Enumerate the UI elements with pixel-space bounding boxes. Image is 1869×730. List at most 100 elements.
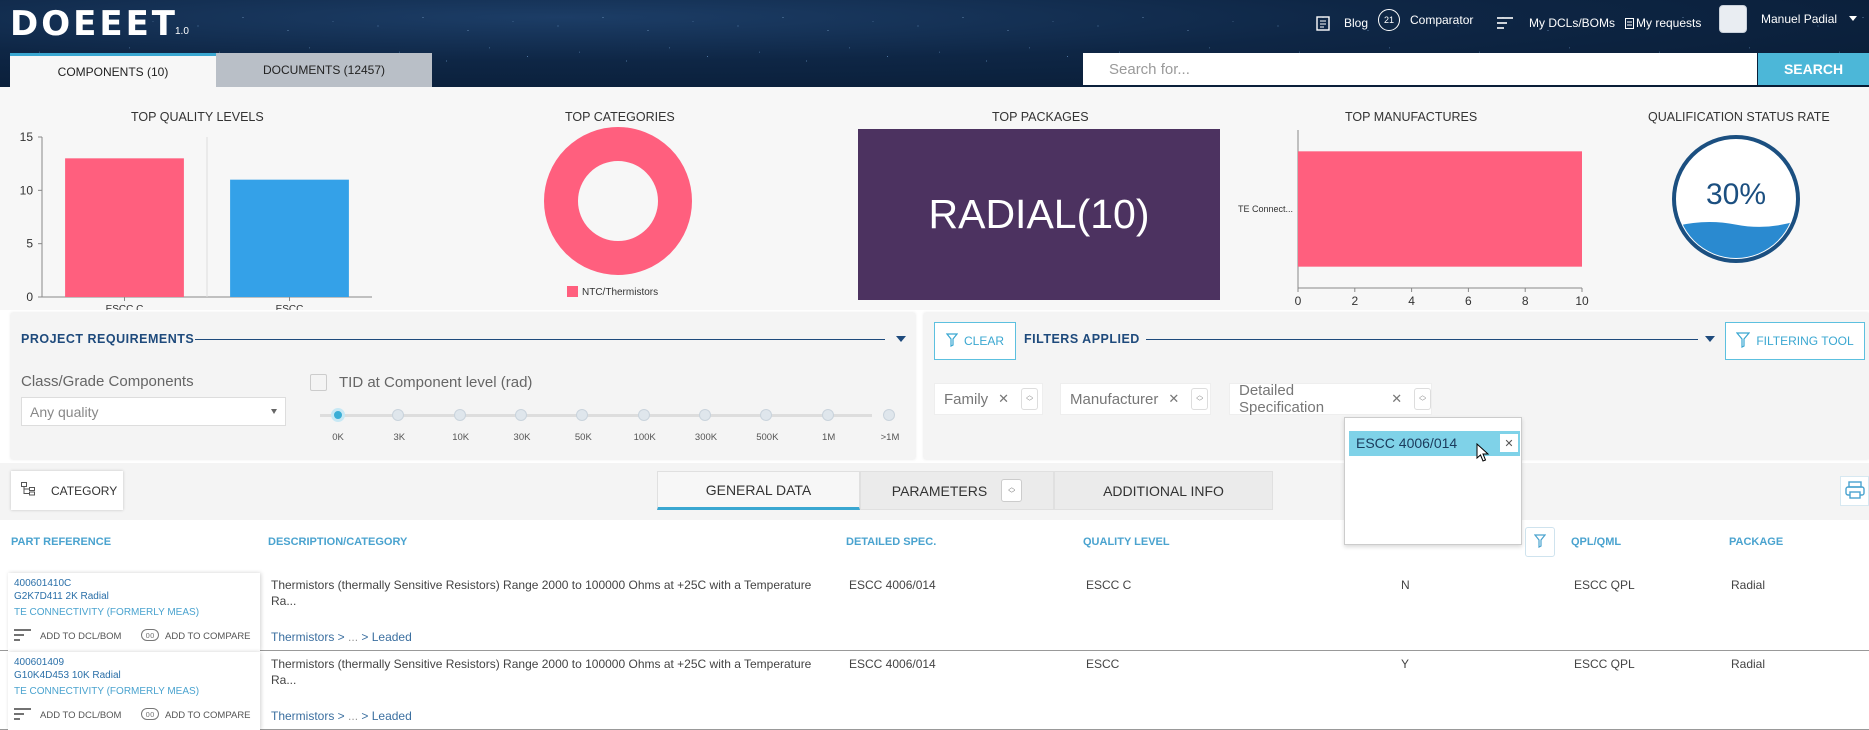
- tab-documents[interactable]: DOCUMENTS (12457): [216, 53, 432, 87]
- compare-icon: 00: [141, 629, 159, 644]
- class-grade-select[interactable]: Any quality: [21, 397, 286, 426]
- col-package[interactable]: PACKAGE: [1729, 536, 1783, 548]
- add-compare-label: ADD TO COMPARE: [165, 710, 251, 721]
- tab-general-data[interactable]: GENERAL DATA: [657, 471, 860, 510]
- col-part-reference[interactable]: PART REFERENCE: [11, 536, 111, 548]
- clear-label: CLEAR: [963, 334, 1004, 348]
- part-reference-link[interactable]: 400601409: [14, 657, 64, 668]
- tid-checkbox[interactable]: [310, 374, 327, 391]
- breadcrumb-ellipsis[interactable]: ...: [348, 630, 358, 644]
- qualification-rate-value: 30%: [1705, 178, 1767, 211]
- sort-toggle-icon[interactable]: ︿ ﹀: [1021, 388, 1039, 410]
- close-icon[interactable]: ✕: [1168, 391, 1179, 407]
- app-logo[interactable]: DOEEET: [10, 4, 178, 44]
- part-reference-link[interactable]: 400601410C: [14, 578, 71, 589]
- col-quality-level[interactable]: QUALITY LEVEL: [1083, 536, 1170, 548]
- part-model[interactable]: G2K7D411 2K Radial: [14, 591, 109, 602]
- tid-slider-stop[interactable]: [883, 409, 895, 421]
- breadcrumb-start[interactable]: Thermistors >: [271, 630, 345, 644]
- breadcrumb-end[interactable]: > Leaded: [361, 630, 411, 644]
- category-breadcrumb[interactable]: Thermistors > ... > Leaded: [271, 709, 412, 723]
- tid-slider-stop[interactable]: [821, 409, 834, 421]
- class-grade-label: Class/Grade Components: [21, 373, 194, 390]
- tid-slider-stop[interactable]: [515, 409, 527, 421]
- close-icon[interactable]: ✕: [1500, 434, 1518, 452]
- filter-chip-label: Manufacturer: [1070, 390, 1159, 408]
- select-arrow-icon: [271, 409, 277, 414]
- add-to-compare-button[interactable]: 00 ADD TO COMPARE: [141, 629, 251, 644]
- tid-slider-stop[interactable]: [453, 409, 466, 421]
- col-qpl-qml[interactable]: QPL/QML: [1571, 536, 1621, 548]
- spec-filter-option[interactable]: ESCC 4006/014 ✕: [1349, 431, 1520, 456]
- search-input[interactable]: [1083, 53, 1757, 85]
- filter-chip-detailed-spec[interactable]: Detailed Specification ✕ ︿ ﹀: [1229, 382, 1432, 416]
- filter-chip-manufacturer[interactable]: Manufacturer ✕ ︿ ﹀: [1060, 383, 1211, 415]
- column-filter-button[interactable]: [1525, 527, 1555, 557]
- tid-slider-stop[interactable]: [699, 409, 711, 421]
- col-description[interactable]: DESCRIPTION/CATEGORY: [268, 536, 407, 548]
- tid-slider-stop[interactable]: [637, 409, 650, 421]
- filter-chip-family[interactable]: Family ✕ ︿ ﹀: [934, 383, 1043, 415]
- tid-slider-label: 50K: [574, 432, 592, 443]
- part-manufacturer[interactable]: TE CONNECTIVITY (FORMERLY MEAS): [14, 607, 199, 618]
- tab-parameters[interactable]: PARAMETERS ︿ ﹀: [860, 471, 1054, 510]
- compare-icon: 00: [141, 708, 159, 723]
- nav-blog-label: Blog: [1344, 16, 1369, 30]
- sort-toggle-icon[interactable]: ︿ ﹀: [1191, 388, 1209, 410]
- breadcrumb-ellipsis[interactable]: ...: [348, 709, 358, 723]
- part-manufacturer[interactable]: TE CONNECTIVITY (FORMERLY MEAS): [14, 686, 199, 697]
- y-tick-label: 15: [20, 130, 34, 144]
- filters-applied-title: FILTERS APPLIED: [1024, 332, 1140, 346]
- add-to-dcl-button[interactable]: ADD TO DCL/BOM: [14, 708, 121, 723]
- divider: [195, 339, 885, 340]
- bar: [1298, 151, 1582, 267]
- legend-swatch: [567, 286, 578, 297]
- tab-additional-info[interactable]: ADDITIONAL INFO: [1054, 471, 1273, 510]
- clear-filters-button[interactable]: CLEAR: [934, 322, 1016, 360]
- tid-slider-handle[interactable]: [331, 408, 345, 422]
- collapse-filters-caret[interactable]: [1705, 336, 1715, 342]
- nav-dcls-label: My DCLs/BOMs: [1529, 16, 1616, 30]
- tab-label: PARAMETERS: [891, 482, 988, 499]
- col-detailed-spec[interactable]: DETAILED SPEC.: [846, 536, 936, 548]
- tid-slider-label: 500K: [756, 432, 779, 443]
- sort-toggle-icon[interactable]: ︿ ﹀: [1001, 479, 1023, 502]
- collapse-project-caret[interactable]: [896, 336, 906, 342]
- status-flag-cell: Y: [1401, 657, 1410, 671]
- add-compare-label: ADD TO COMPARE: [165, 631, 251, 642]
- comparator-badge: 21: [1378, 9, 1400, 31]
- quality-level-cell: ESCC: [1086, 657, 1120, 671]
- packages-tile[interactable]: RADIAL(10): [858, 129, 1220, 300]
- tid-label: TID at Component level (rad): [339, 374, 533, 391]
- breadcrumb-end[interactable]: > Leaded: [361, 709, 411, 723]
- nav-dcls[interactable]: My DCLs/BOMs: [1497, 13, 1615, 33]
- filter-chip-label: Detailed Specification: [1239, 382, 1325, 416]
- breadcrumb-start[interactable]: Thermistors >: [271, 709, 345, 723]
- add-to-compare-button[interactable]: 00 ADD TO COMPARE: [141, 708, 251, 723]
- nav-comparator[interactable]: 21 Comparator: [1378, 9, 1473, 31]
- filtering-tool-label: FILTERING TOOL: [1756, 334, 1854, 348]
- package-cell: Radial: [1731, 657, 1766, 671]
- category-breadcrumb[interactable]: Thermistors > ... > Leaded: [271, 630, 412, 644]
- nav-blog[interactable]: Blog: [1316, 13, 1368, 33]
- qpl-qml-cell: ESCC QPL: [1574, 578, 1635, 592]
- nav-user-menu[interactable]: Manuel Padial: [1719, 5, 1858, 33]
- y-tick-label: TE Connect...: [1238, 204, 1293, 214]
- category-button[interactable]: CATEGORY: [11, 471, 123, 510]
- nav-requests[interactable]: My requests: [1625, 13, 1701, 33]
- tab-components[interactable]: COMPONENTS (10): [10, 53, 216, 87]
- close-icon[interactable]: ✕: [1391, 391, 1402, 407]
- sort-toggle-icon[interactable]: ︿ ﹀: [1414, 388, 1431, 410]
- document-icon: [1625, 17, 1634, 29]
- filtering-tool-button[interactable]: FILTERING TOOL: [1725, 322, 1865, 360]
- tid-slider-label: >1M: [880, 432, 900, 443]
- close-icon[interactable]: ✕: [998, 391, 1009, 407]
- part-model[interactable]: G10K4D453 10K Radial: [14, 670, 121, 681]
- print-button[interactable]: [1840, 476, 1869, 506]
- list-icon: [14, 708, 34, 723]
- search-button[interactable]: SEARCH: [1758, 53, 1869, 85]
- package-cell: Radial: [1731, 578, 1766, 592]
- bar: [65, 158, 184, 297]
- add-to-dcl-button[interactable]: ADD TO DCL/BOM: [14, 629, 121, 644]
- blog-icon: [1316, 15, 1332, 31]
